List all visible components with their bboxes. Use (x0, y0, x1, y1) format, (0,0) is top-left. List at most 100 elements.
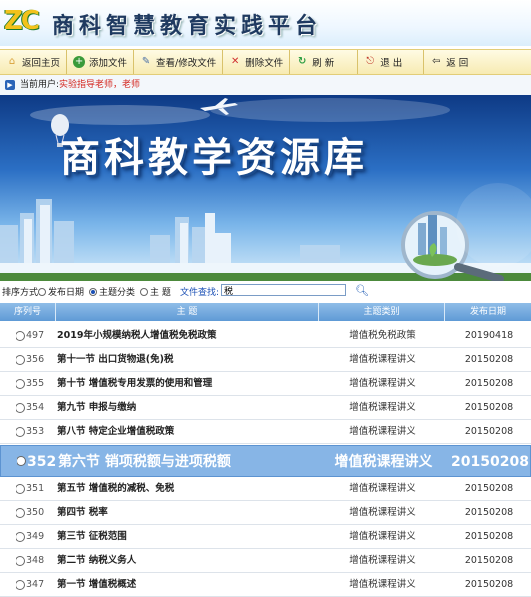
row-select-radio[interactable] (16, 355, 25, 365)
sort-by-category[interactable]: 主题分类 (89, 285, 135, 298)
row-topic-cell[interactable]: 第八节 特定企业增值税政策 (57, 421, 319, 443)
row-select-radio[interactable] (16, 556, 25, 566)
row-select-radio[interactable] (16, 508, 25, 518)
row-category-cell: 增值税课程讲义 (334, 454, 433, 470)
banner: 商科教学资源库 (0, 95, 531, 281)
delete-file-button[interactable]: ✕ 删除文件 (223, 50, 291, 74)
home-icon: ⌂ (8, 56, 16, 67)
row-category-cell: 增值税课程讲义 (349, 402, 416, 413)
back-button[interactable]: ⇦ 返 回 (424, 50, 474, 74)
refresh-icon: ↻ (298, 56, 307, 67)
row-category-cell: 增值税课程讲义 (349, 579, 416, 590)
row-category-cell: 增值税课程讲义 (349, 507, 416, 518)
row-topic-cell[interactable]: 2019年小规模纳税人增值税免税政策 (57, 325, 319, 347)
row-id-cell: 349 (16, 526, 56, 548)
row-select-radio[interactable] (17, 456, 26, 466)
row-topic-cell[interactable]: 第四节 税率 (57, 502, 319, 524)
row-select-radio[interactable] (16, 580, 25, 590)
row-topic-cell[interactable]: 第一节 增值税概述 (57, 574, 319, 596)
row-id-cell: 353 (16, 421, 56, 443)
user-bar: ▶ 当前用户:实验指导老师，老师 (0, 75, 531, 96)
add-icon: + (73, 56, 86, 68)
row-date-cell: 20150208 (464, 426, 514, 437)
sort-by-date[interactable]: 发布日期 (38, 285, 84, 298)
row-topic-cell[interactable]: 第五节 增值税的减税、免税 (57, 478, 319, 500)
row-category-cell: 增值税课程讲义 (349, 483, 416, 494)
column-header-date[interactable]: 发布日期 (445, 303, 531, 321)
radio-selected-icon[interactable] (89, 287, 97, 296)
row-id-cell: 354 (16, 397, 56, 419)
row-date-cell: 20150208 (464, 378, 514, 389)
exit-button[interactable]: ⎋ 退 出 (358, 50, 425, 74)
row-category-cell: 增值税课程讲义 (349, 354, 416, 365)
table-header: 序列号 主 题 主题类别 发布日期 (0, 303, 531, 321)
row-date-cell: 20150208 (464, 555, 514, 566)
row-id-cell: 347 (16, 574, 56, 596)
row-topic-cell[interactable]: 第三节 征税范围 (57, 526, 319, 548)
app-header: ZC 商科智慧教育实践平台 (0, 0, 531, 46)
user-info-icon: ▶ (5, 80, 15, 90)
row-date-cell: 20150208 (464, 579, 514, 590)
edit-icon: ✎ (141, 56, 151, 67)
column-header-id[interactable]: 序列号 (0, 303, 56, 321)
radio-icon[interactable] (140, 287, 148, 296)
row-date-cell: 20150208 (451, 454, 529, 470)
row-id-cell: 348 (16, 550, 56, 572)
row-category-cell: 增值税课程讲义 (349, 426, 416, 437)
row-id-cell: 355 (16, 373, 56, 395)
current-user-name: 实验指导老师，老师 (59, 80, 141, 90)
current-user-label: 当前用户: (20, 80, 60, 90)
row-topic-cell[interactable]: 第六节 销项税额与进项税额 (58, 446, 320, 478)
table-row[interactable]: 354 第九节 申报与缴纳 增值税课程讲义 20150208 (0, 397, 531, 420)
app-logo: ZC (4, 6, 40, 36)
table-row[interactable]: 355 第十节 增值税专用发票的使用和管理 增值税课程讲义 20150208 (0, 373, 531, 396)
banner-illustration (0, 98, 531, 281)
row-topic-cell[interactable]: 第十一节 出口货物退(免)税 (57, 349, 319, 371)
banner-title: 商科教学资源库 (60, 134, 368, 181)
row-category-cell: 增值税课程讲义 (349, 555, 416, 566)
column-header-category[interactable]: 主题类别 (319, 303, 445, 321)
row-select-radio[interactable] (16, 484, 25, 494)
back-icon: ⇦ (432, 56, 441, 67)
table-row[interactable]: 347 第一节 增值税概述 增值税课程讲义 20150208 (0, 574, 531, 597)
search-icon[interactable]: 🔍︎ (355, 284, 369, 297)
table-row[interactable]: 497 2019年小规模纳税人增值税免税政策 增值税免税政策 20190418 (0, 325, 531, 348)
row-date-cell: 20150208 (464, 483, 514, 494)
add-file-button[interactable]: + 添加文件 (67, 50, 135, 74)
home-button[interactable]: ⌂ 返回主页 (0, 50, 68, 74)
search-input[interactable] (221, 284, 346, 296)
table-row[interactable]: 353 第八节 特定企业增值税政策 增值税课程讲义 20150208 (0, 421, 531, 444)
table-row[interactable]: 348 第二节 纳税义务人 增值税课程讲义 20150208 (0, 550, 531, 573)
search-label: 文件查找: (180, 288, 220, 298)
row-date-cell: 20190418 (464, 330, 514, 341)
row-id-cell: 350 (16, 502, 56, 524)
refresh-button[interactable]: ↻ 刷 新 (290, 50, 359, 74)
table-row[interactable]: 356 第十一节 出口货物退(免)税 增值税课程讲义 20150208 (0, 349, 531, 372)
table-row[interactable]: 349 第三节 征税范围 增值税课程讲义 20150208 (0, 526, 531, 549)
table-row[interactable]: 351 第五节 增值税的减税、免税 增值税课程讲义 20150208 (0, 478, 531, 501)
table-row[interactable]: 350 第四节 税率 增值税课程讲义 20150208 (0, 502, 531, 525)
view-edit-file-button[interactable]: ✎ 查看/修改文件 (134, 50, 224, 74)
row-date-cell: 20150208 (464, 354, 514, 365)
row-select-radio[interactable] (16, 331, 25, 341)
row-topic-cell[interactable]: 第九节 申报与缴纳 (57, 397, 319, 419)
row-topic-cell[interactable]: 第十节 增值税专用发票的使用和管理 (57, 373, 319, 395)
delete-icon: ✕ (231, 56, 240, 67)
row-date-cell: 20150208 (464, 402, 514, 413)
exit-icon: ⎋ (366, 56, 375, 67)
app-title: 商科智慧教育实践平台 (52, 13, 323, 39)
row-select-radio[interactable] (16, 532, 25, 542)
column-header-topic[interactable]: 主 题 (56, 303, 319, 321)
radio-icon[interactable] (38, 287, 46, 296)
toolbar: ⌂ 返回主页 + 添加文件 ✎ 查看/修改文件 ✕ 删除文件 ↻ 刷 新 ⎋ 退… (0, 49, 531, 75)
row-select-radio[interactable] (16, 379, 25, 389)
row-id-cell: 352 (17, 446, 57, 478)
row-id-cell: 497 (16, 325, 56, 347)
table-row[interactable]: 352 第六节 销项税额与进项税额 增值税课程讲义 20150208 (0, 445, 531, 477)
row-select-radio[interactable] (16, 427, 25, 437)
sort-label: 排序方式: (2, 288, 42, 298)
row-topic-cell[interactable]: 第二节 纳税义务人 (57, 550, 319, 572)
sort-by-topic[interactable]: 主 题 (140, 285, 171, 298)
row-category-cell: 增值税免税政策 (349, 330, 416, 341)
row-select-radio[interactable] (16, 403, 25, 413)
